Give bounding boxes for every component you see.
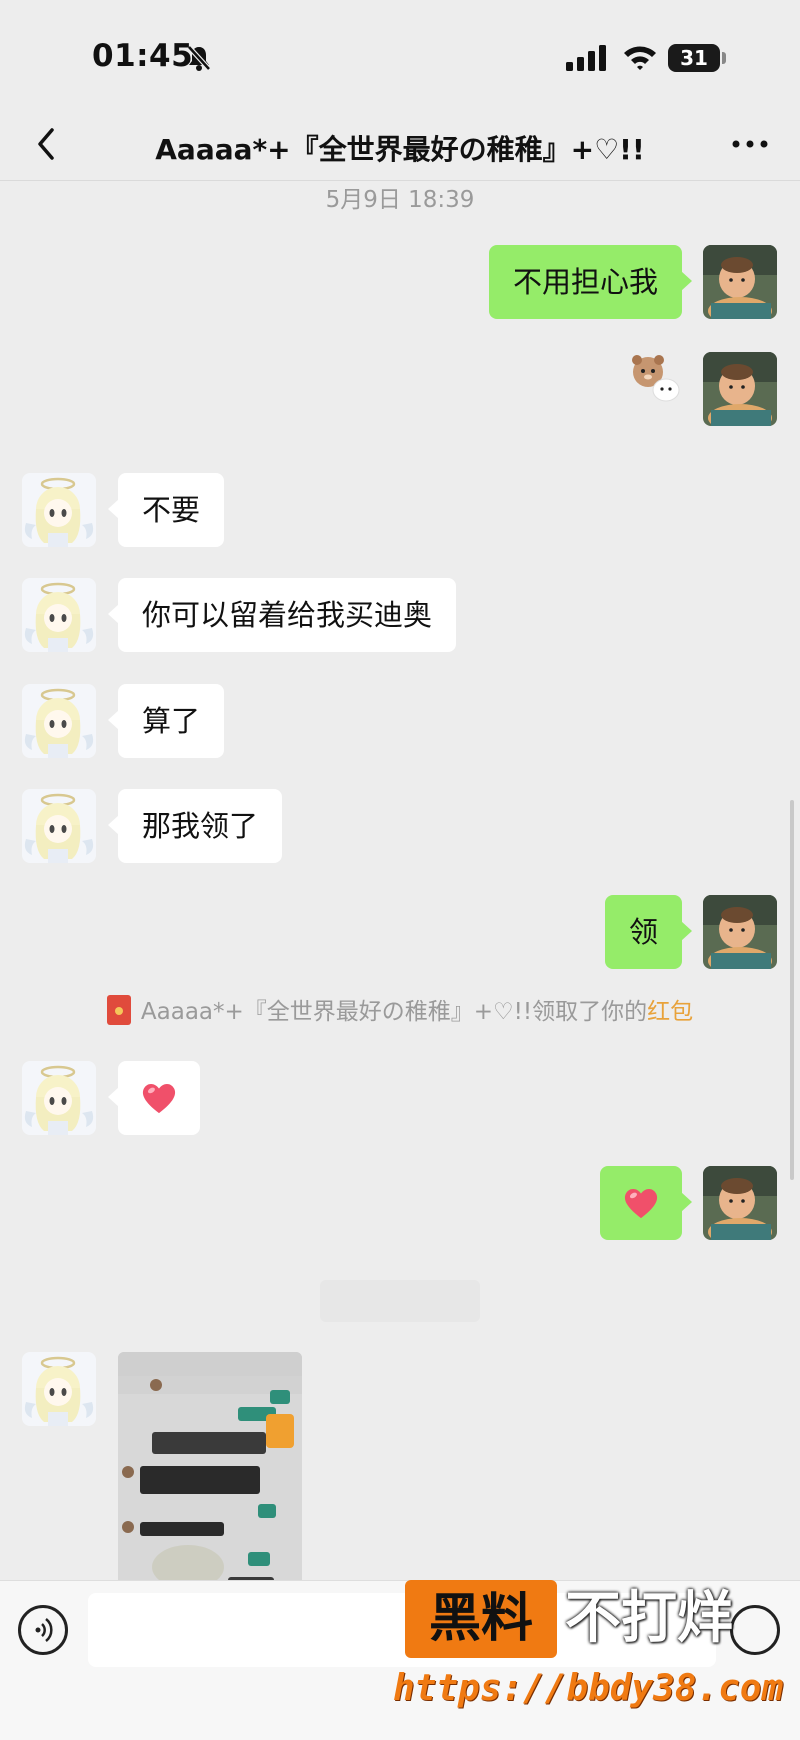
message-bubble-contact[interactable]: 不要 [107,473,225,547]
red-packet-notice: Aaaaa*+『全世界最好の稚稚』+♡!!领取了你的红包 [0,992,800,1028]
message-row: 不要 [0,473,800,547]
contact-avatar[interactable] [22,1061,96,1135]
message-bubble-contact[interactable]: 算了 [107,684,225,758]
faded-element [320,1280,480,1322]
contact-avatar[interactable] [22,789,96,863]
chat-header: Aaaaa*+『全世界最好の稚稚』+♡!! [0,110,800,181]
voice-input-button[interactable] [18,1605,68,1655]
self-avatar[interactable] [703,1166,777,1240]
watermark-url: https://bbdy38.com [393,1668,784,1709]
clock: 01:45 [92,38,194,74]
watermark-badge: 黑料 [405,1580,557,1658]
message-row: 那我领了 [0,789,800,863]
self-avatar[interactable] [703,895,777,969]
message-row: 你可以留着给我买迪奥 [0,578,800,652]
battery-tip [722,52,726,64]
voice-icon [35,1618,53,1642]
red-packet-notice-text: Aaaaa*+『全世界最好の稚稚』+♡!!领取了你的 [140,999,648,1025]
red-packet-icon [106,994,131,1025]
message-row [0,352,800,426]
chat-title: Aaaaa*+『全世界最好の稚稚』+♡!! [155,133,645,166]
message-row: 算了 [0,684,800,758]
status-bar: 01:45 31 [0,0,800,110]
contact-avatar[interactable] [22,473,96,547]
heart-icon [622,1186,660,1220]
red-packet-link[interactable]: 红包 [647,999,693,1025]
scrollbar[interactable] [790,800,794,1180]
contact-avatar[interactable] [22,1352,96,1426]
wifi-icon [624,46,656,70]
watermark: 黑料 不打烊 https://bbdy38.com [393,1580,795,1730]
bell-muted-icon [187,45,211,71]
message-bubble-contact[interactable] [108,1061,200,1135]
watermark-text: 不打烊 [565,1586,733,1651]
self-avatar[interactable] [703,352,777,426]
self-avatar[interactable] [703,245,777,319]
battery-indicator: 31 [668,44,720,72]
message-bubble-contact[interactable]: 你可以留着给我买迪奥 [107,578,457,652]
message-row: 领 [0,895,800,969]
contact-avatar[interactable] [22,684,96,758]
bear-sticker-icon[interactable] [628,352,682,404]
heart-icon [140,1081,178,1115]
message-row [0,1166,800,1240]
back-arrow-icon[interactable] [28,124,68,164]
message-bubble-self[interactable]: 领 [604,895,693,969]
message-row: 不用担心我 [0,245,800,319]
message-bubble-contact[interactable]: 那我领了 [107,789,283,863]
message-bubble-self[interactable] [600,1166,692,1240]
cellular-signal-icon [566,45,606,71]
more-options-icon[interactable] [728,126,772,162]
message-row [0,1061,800,1135]
message-bubble-self[interactable]: 不用担心我 [488,245,693,319]
message-timestamp: 5月9日 18:39 [325,187,475,213]
contact-avatar[interactable] [22,578,96,652]
